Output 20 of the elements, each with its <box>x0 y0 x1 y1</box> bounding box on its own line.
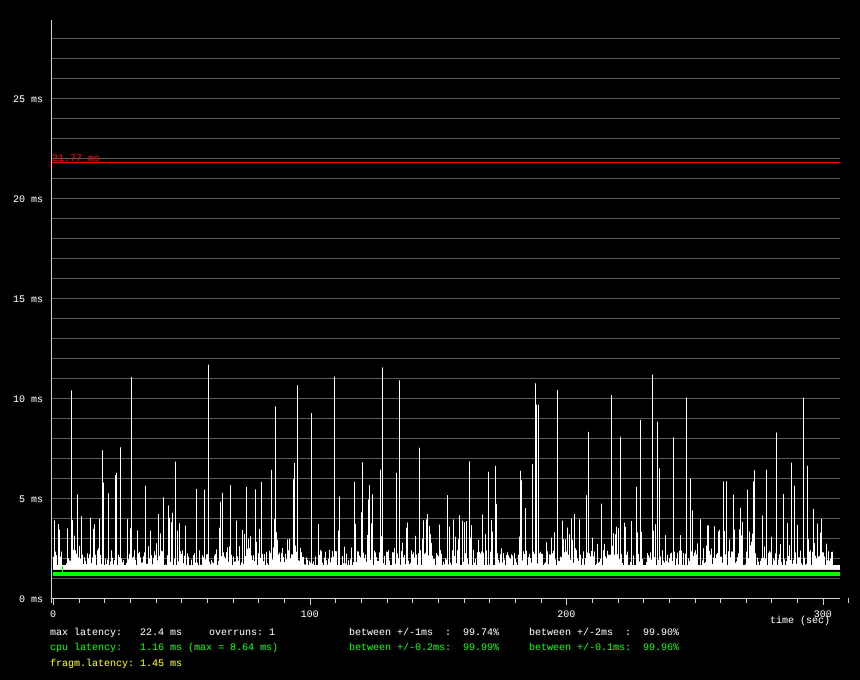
stat-text: cpu latency: 1.16 ms (max = 8.64 ms) <box>50 643 278 656</box>
stat-text: fragm.latency: 1.45 ms <box>50 658 182 671</box>
max-latency-label: 21.77 ms <box>52 154 100 165</box>
stat-text: max latency: 22.4 ms <box>50 628 182 640</box>
x-axis-label: 0 <box>50 610 56 621</box>
stat-text: overruns: 1 <box>209 628 276 640</box>
y-axis-label: 25 ms <box>12 95 43 106</box>
y-axis-label: 20 ms <box>12 195 43 206</box>
x-axis-label: 100 <box>300 610 319 621</box>
y-axis-label: 15 ms <box>12 295 43 306</box>
stat-text: between +/-0.1ms: 99.96% <box>529 643 680 656</box>
cpu-spike-mark <box>62 566 63 572</box>
y-axis-label: 10 ms <box>12 395 43 406</box>
y-axis-label: 5 ms <box>18 495 43 506</box>
stat-text: between +/-1ms : 99.74% <box>349 628 500 640</box>
stat-text: between +/-0.2ms: 99.99% <box>349 643 500 656</box>
stat-text: between +/-2ms : 99.90% <box>529 628 680 640</box>
x-axis-title: time (sec) <box>770 616 830 627</box>
y-axis-label: 0 ms <box>18 595 43 606</box>
x-axis-label: 200 <box>557 610 576 621</box>
